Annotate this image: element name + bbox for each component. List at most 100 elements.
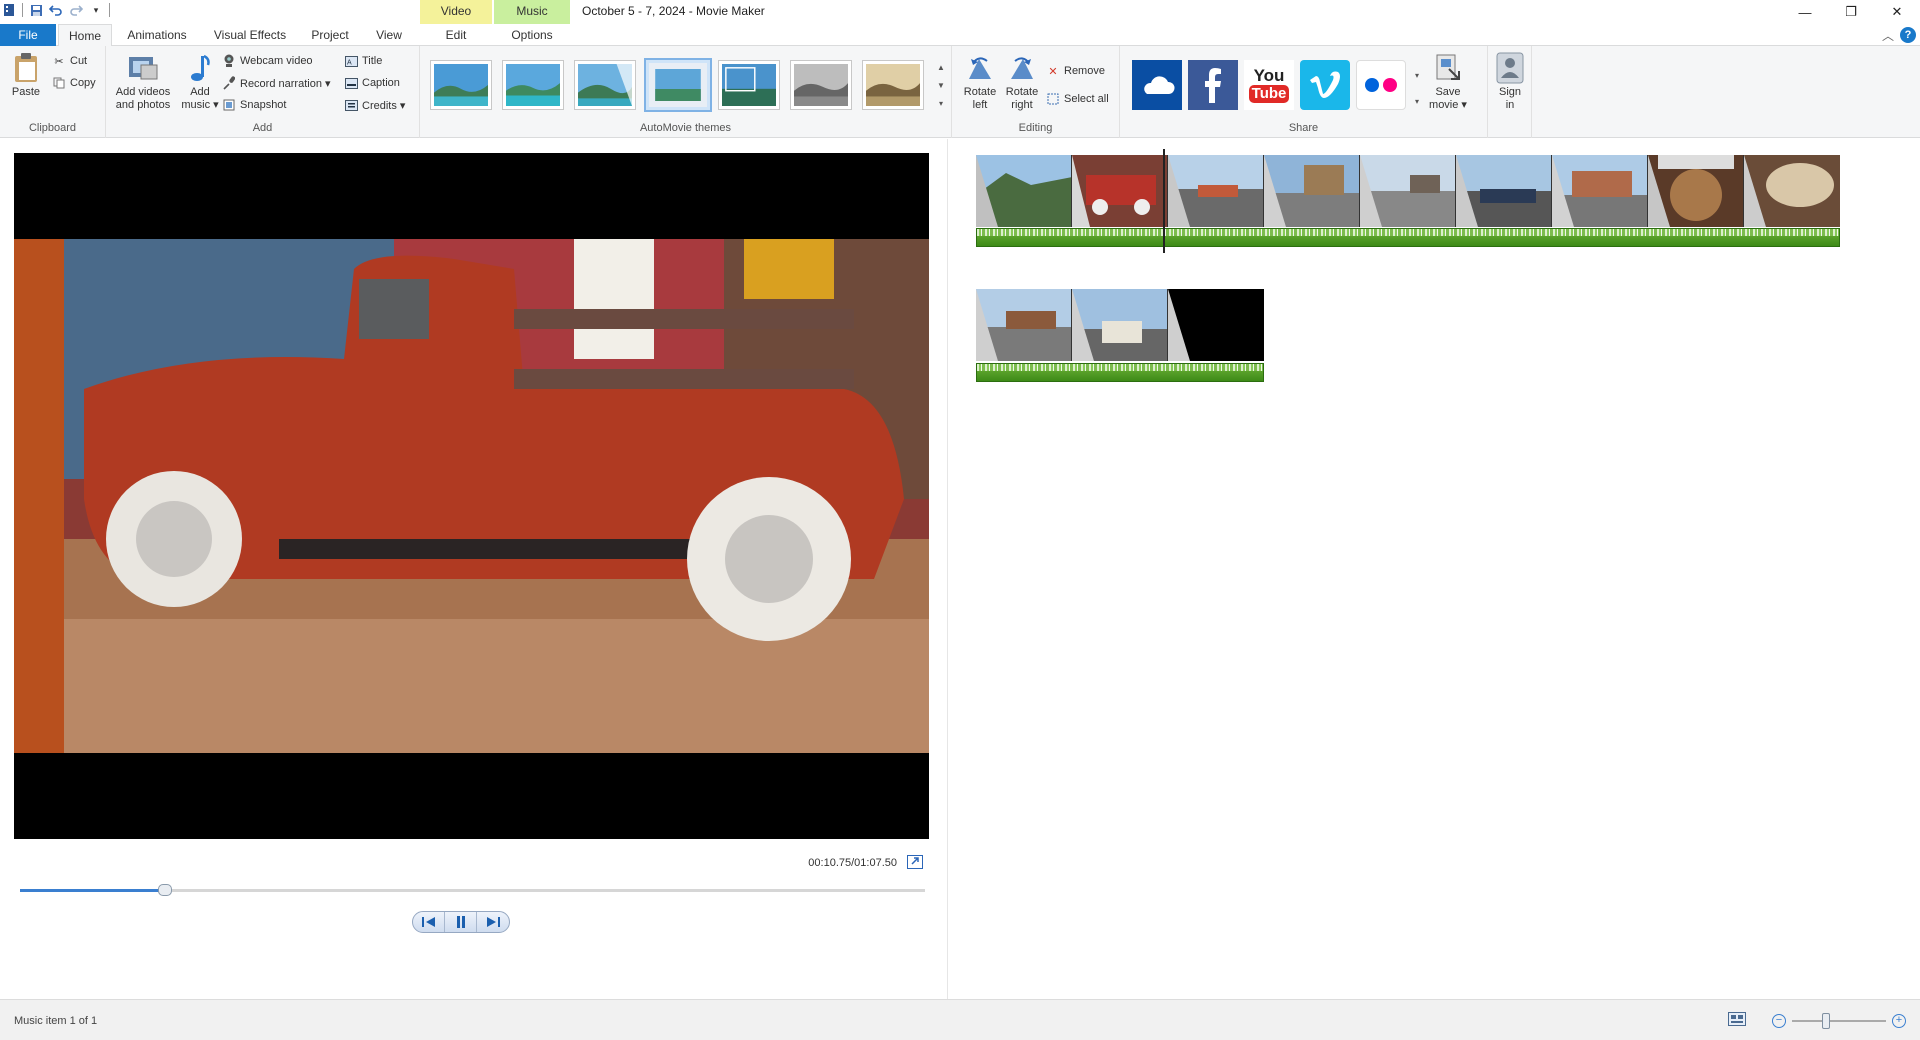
vimeo-share-icon[interactable] bbox=[1300, 60, 1350, 110]
qat-customize-icon[interactable]: ▾ bbox=[89, 3, 103, 17]
caption-label: Caption bbox=[362, 77, 400, 89]
themes-more-icon[interactable]: ▾ bbox=[934, 96, 948, 110]
previous-frame-button[interactable] bbox=[413, 912, 445, 932]
window-title: October 5 - 7, 2024 - Movie Maker bbox=[582, 4, 765, 18]
playhead[interactable] bbox=[1163, 149, 1165, 253]
video-clip[interactable] bbox=[976, 289, 1072, 361]
video-clip[interactable] bbox=[1744, 155, 1840, 227]
theme-sepia[interactable] bbox=[862, 60, 924, 110]
previous-frame-icon bbox=[421, 917, 435, 927]
minimize-button[interactable]: — bbox=[1782, 0, 1828, 24]
remove-button[interactable]: ✕ Remove bbox=[1046, 62, 1105, 80]
share-group-label: Share bbox=[1288, 122, 1319, 134]
youtube-share-icon[interactable]: You Tube bbox=[1244, 60, 1294, 110]
themes-scroll-up-icon[interactable]: ▲ bbox=[934, 60, 948, 74]
theme-black-white[interactable] bbox=[790, 60, 852, 110]
select-all-button[interactable]: Select all bbox=[1046, 90, 1109, 108]
redo-icon[interactable] bbox=[69, 3, 83, 17]
rotate-left-label-1: Rotate bbox=[963, 86, 997, 98]
pause-button[interactable] bbox=[445, 912, 477, 932]
video-preview[interactable] bbox=[14, 153, 929, 839]
video-clip[interactable] bbox=[1264, 155, 1360, 227]
add-videos-photos-button[interactable]: Add videos and photos bbox=[112, 52, 174, 112]
theme-pan-zoom[interactable] bbox=[718, 60, 780, 110]
flickr-share-icon[interactable] bbox=[1356, 60, 1406, 110]
video-clip[interactable] bbox=[976, 155, 1072, 227]
video-clip[interactable] bbox=[1168, 289, 1264, 361]
rotate-left-icon bbox=[964, 52, 996, 84]
tab-visual-effects[interactable]: Visual Effects bbox=[206, 24, 294, 46]
zoom-slider[interactable] bbox=[1792, 1012, 1886, 1029]
collapse-ribbon-icon[interactable]: ︿ bbox=[1882, 27, 1894, 44]
video-clip[interactable] bbox=[1360, 155, 1456, 227]
caption-button[interactable]: Caption bbox=[344, 74, 400, 92]
video-clip[interactable] bbox=[1168, 155, 1264, 227]
remove-x-icon: ✕ bbox=[1048, 65, 1058, 78]
webcam-video-button[interactable]: Webcam video bbox=[222, 52, 313, 70]
video-clip[interactable] bbox=[1072, 155, 1168, 227]
undo-icon[interactable] bbox=[49, 3, 63, 17]
editing-group-label: Editing bbox=[1018, 122, 1053, 134]
title-bar: ▾ Video Tools Music Tools October 5 - 7,… bbox=[0, 0, 1920, 40]
paste-button[interactable]: Paste bbox=[8, 52, 44, 99]
theme-contemporary[interactable] bbox=[502, 60, 564, 110]
cut-button[interactable]: ✂ Cut bbox=[52, 52, 87, 70]
music-tools-context: Music Tools bbox=[494, 0, 570, 40]
snapshot-button[interactable]: Snapshot bbox=[222, 96, 286, 114]
tab-options[interactable]: Options bbox=[494, 24, 570, 46]
share-more-icon[interactable]: ▾ bbox=[1410, 68, 1424, 82]
share-expand-icon[interactable]: ▾ bbox=[1410, 94, 1424, 108]
video-clip[interactable] bbox=[1456, 155, 1552, 227]
clip-thumbnail bbox=[1072, 289, 1167, 361]
preview-frame-image bbox=[14, 239, 929, 753]
theme-default[interactable] bbox=[430, 60, 492, 110]
close-button[interactable]: ✕ bbox=[1874, 0, 1920, 24]
credits-button[interactable]: Credits ▾ bbox=[344, 96, 405, 114]
onedrive-share-icon[interactable] bbox=[1132, 60, 1182, 110]
rotate-left-button[interactable]: Rotate left bbox=[960, 52, 1000, 112]
status-bar: Music item 1 of 1 − + bbox=[0, 999, 1920, 1040]
music-note-icon bbox=[184, 52, 216, 84]
themes-scroll-down-icon[interactable]: ▼ bbox=[934, 78, 948, 92]
tab-animations[interactable]: Animations bbox=[122, 24, 192, 46]
tab-view[interactable]: View bbox=[366, 24, 412, 46]
narration-label: Record narration ▾ bbox=[240, 77, 331, 90]
tab-file[interactable]: File bbox=[0, 24, 56, 46]
rotate-right-button[interactable]: Rotate right bbox=[1002, 52, 1042, 112]
zoom-slider-thumb[interactable] bbox=[1821, 1012, 1830, 1029]
zoom-in-icon[interactable]: + bbox=[1892, 1013, 1906, 1028]
copy-label: Copy bbox=[70, 77, 96, 89]
theme-cinematic[interactable] bbox=[574, 60, 636, 110]
seek-thumb[interactable] bbox=[157, 884, 172, 896]
music-track-strip-2[interactable] bbox=[976, 363, 1264, 382]
save-icon[interactable] bbox=[29, 3, 43, 17]
app-icon[interactable] bbox=[2, 3, 16, 17]
video-clip[interactable] bbox=[1552, 155, 1648, 227]
facebook-share-icon[interactable] bbox=[1188, 60, 1238, 110]
tab-project[interactable]: Project bbox=[306, 24, 354, 46]
video-clip[interactable] bbox=[1072, 289, 1168, 361]
microphone-icon bbox=[222, 76, 236, 90]
tab-home[interactable]: Home bbox=[58, 24, 112, 47]
storyboard-view-icon[interactable] bbox=[1728, 1012, 1746, 1029]
qat-separator bbox=[22, 3, 23, 17]
zoom-out-icon[interactable]: − bbox=[1772, 1013, 1786, 1028]
scissors-icon: ✂ bbox=[54, 55, 64, 68]
next-frame-button[interactable] bbox=[477, 912, 509, 932]
clip-thumbnail bbox=[1648, 155, 1743, 227]
add-music-button[interactable]: Add music ▾ bbox=[176, 52, 224, 112]
clip-thumbnail bbox=[1744, 155, 1840, 227]
copy-button[interactable]: Copy bbox=[52, 74, 96, 92]
sign-in-button[interactable]: Sign in bbox=[1492, 52, 1528, 112]
theme-fade[interactable] bbox=[644, 58, 712, 112]
title-button[interactable]: A Title bbox=[344, 52, 382, 70]
seek-bar[interactable] bbox=[20, 884, 925, 896]
save-movie-button[interactable]: Save movie ▾ bbox=[1426, 52, 1470, 112]
fullscreen-icon[interactable] bbox=[907, 855, 923, 869]
help-icon[interactable]: ? bbox=[1900, 27, 1916, 43]
video-clip[interactable] bbox=[1648, 155, 1744, 227]
record-narration-button[interactable]: Record narration ▾ bbox=[222, 74, 331, 92]
restore-button[interactable]: ❐ bbox=[1828, 0, 1874, 24]
music-track-strip[interactable] bbox=[976, 228, 1840, 247]
tab-edit[interactable]: Edit bbox=[420, 24, 492, 46]
